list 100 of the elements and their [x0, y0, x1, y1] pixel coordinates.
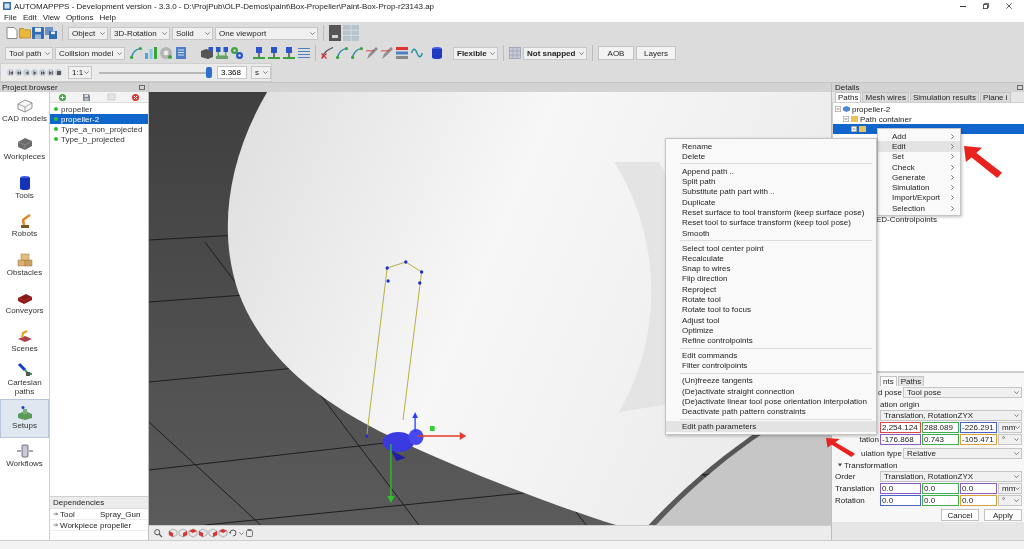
- menu-item[interactable]: Split path: [666, 176, 876, 187]
- project-item[interactable]: Type_b_projected: [50, 134, 148, 144]
- snapping-dropdown[interactable]: Not snapped: [523, 46, 587, 60]
- object-dropdown[interactable]: Object: [68, 26, 108, 40]
- pen-icon[interactable]: [366, 47, 378, 59]
- disc-icon[interactable]: [160, 47, 172, 59]
- shading-dropdown[interactable]: Solid: [172, 26, 213, 40]
- skip-start-button[interactable]: [7, 69, 14, 76]
- cube-icon[interactable]: [199, 529, 207, 537]
- menu-item[interactable]: Edit: [19, 12, 40, 22]
- menu-item[interactable]: (De)activate linear tool pose orientation interpolation: [666, 396, 876, 407]
- unit-dropdown[interactable]: °: [998, 434, 1022, 445]
- menu-item[interactable]: (De)activate straight connection: [666, 385, 876, 397]
- move-handle[interactable]: [430, 426, 435, 431]
- cube-icon[interactable]: [189, 529, 197, 537]
- menu-item[interactable]: Add: [878, 131, 960, 142]
- unit-dropdown[interactable]: mm: [998, 422, 1022, 433]
- menu-item[interactable]: Reset tool to surface transform (keep tool pose): [666, 217, 876, 228]
- save-icon[interactable]: [32, 27, 44, 39]
- menu-item[interactable]: Rotate tool: [666, 294, 876, 305]
- number-field[interactable]: 0.0: [922, 495, 959, 506]
- stand-icon[interactable]: [268, 47, 280, 59]
- control-point[interactable]: [419, 270, 424, 274]
- control-point[interactable]: [404, 260, 408, 264]
- category-item[interactable]: CAD models: [0, 92, 49, 131]
- new-file-icon[interactable]: [6, 27, 18, 39]
- pose-dropdown[interactable]: Tool pose: [903, 387, 1022, 398]
- number-field[interactable]: 0.743: [922, 434, 959, 445]
- menu-item[interactable]: Set: [878, 151, 960, 162]
- category-item[interactable]: Tools: [0, 168, 49, 208]
- category-item[interactable]: Conveyors: [0, 283, 49, 323]
- category-item[interactable]: Workpieces: [0, 130, 49, 169]
- bars-icon[interactable]: [145, 47, 157, 59]
- number-field[interactable]: 0.0: [960, 495, 997, 506]
- add-icon[interactable]: [58, 93, 66, 101]
- float-icon[interactable]: [139, 85, 145, 90]
- menu-item[interactable]: Delete: [666, 151, 876, 162]
- block-icon[interactable]: [201, 47, 213, 59]
- category-item[interactable]: Setups: [0, 399, 49, 438]
- stack-icon[interactable]: [396, 47, 408, 59]
- curve-icon[interactable]: [130, 47, 142, 59]
- wave-icon[interactable]: [411, 47, 423, 59]
- cylinder-icon[interactable]: [431, 47, 443, 59]
- single-view-icon[interactable]: [329, 25, 341, 41]
- category-item[interactable]: Robots: [0, 207, 49, 246]
- menu-item[interactable]: Filter controlpoints: [666, 360, 876, 371]
- delete-icon[interactable]: [132, 93, 140, 101]
- path-mode-dropdown[interactable]: Tool path: [5, 46, 53, 60]
- model-dropdown[interactable]: Collision model: [55, 46, 125, 60]
- category-item[interactable]: Scenes: [0, 322, 49, 361]
- stand-icon[interactable]: [253, 47, 265, 59]
- step-back-button[interactable]: [23, 69, 30, 76]
- category-item[interactable]: Workflows: [0, 437, 49, 476]
- x-axis-arrow[interactable]: [416, 432, 467, 440]
- stand-icon[interactable]: [283, 47, 295, 59]
- menu-item[interactable]: Smooth: [666, 227, 876, 239]
- slider-thumb[interactable]: [206, 66, 212, 78]
- unit-dropdown[interactable]: mm: [998, 483, 1022, 494]
- rotate-icon[interactable]: [229, 529, 237, 537]
- number-field[interactable]: 2,254.124: [880, 422, 921, 433]
- menu-item[interactable]: Append path ..: [666, 166, 876, 177]
- fast-forward-button[interactable]: [39, 69, 46, 76]
- time-field[interactable]: 3.368: [217, 66, 247, 79]
- curve-icon[interactable]: [336, 47, 348, 59]
- circles-icon[interactable]: [231, 47, 243, 59]
- save-icon[interactable]: [83, 93, 91, 101]
- order-dropdown[interactable]: Translation, RotationZYX: [880, 471, 1022, 482]
- collapse-icon[interactable]: [835, 106, 841, 112]
- layers-button[interactable]: Layers: [636, 46, 676, 60]
- menu-item[interactable]: Reproject: [666, 284, 876, 295]
- menu-item[interactable]: Selection: [878, 203, 960, 214]
- nodes-icon[interactable]: [216, 47, 228, 59]
- number-field[interactable]: 0.0: [922, 483, 959, 494]
- y-axis-arrow[interactable]: [387, 443, 395, 503]
- menu-item[interactable]: File: [1, 12, 20, 22]
- number-field[interactable]: 288.089: [922, 422, 959, 433]
- unit-dropdown[interactable]: s: [251, 66, 271, 79]
- tab[interactable]: Paths: [897, 376, 925, 386]
- number-field[interactable]: 0.0: [880, 495, 921, 506]
- interpolation-dropdown[interactable]: Relative: [903, 448, 1022, 459]
- control-point[interactable]: [385, 266, 389, 270]
- menu-item[interactable]: (Un)freeze tangents: [666, 375, 876, 386]
- unit-dropdown[interactable]: °: [998, 495, 1022, 506]
- curve-icon[interactable]: [351, 47, 363, 59]
- control-point[interactable]: [386, 279, 390, 283]
- number-field[interactable]: 0.0: [960, 483, 997, 494]
- number-field[interactable]: -176.868: [880, 434, 921, 445]
- menu-item[interactable]: Reset surface to tool transform (keep surface pose): [666, 207, 876, 218]
- tab[interactable]: nts: [880, 376, 897, 386]
- stop-button[interactable]: [55, 69, 62, 76]
- menu-item[interactable]: Edit commands: [666, 350, 876, 361]
- float-icon[interactable]: [1017, 85, 1023, 90]
- category-item[interactable]: Obstacles: [0, 245, 49, 284]
- menu-item[interactable]: Flip direction: [666, 273, 876, 285]
- search-icon[interactable]: [154, 529, 162, 537]
- jar-icon[interactable]: [246, 529, 253, 537]
- tree-item[interactable]: propeller-2: [833, 104, 1024, 114]
- menu-item[interactable]: Refine controlpoints: [666, 335, 876, 346]
- project-item[interactable]: Type_a_non_projected: [50, 124, 148, 134]
- order-dropdown[interactable]: Translation, RotationZYX: [880, 410, 1022, 421]
